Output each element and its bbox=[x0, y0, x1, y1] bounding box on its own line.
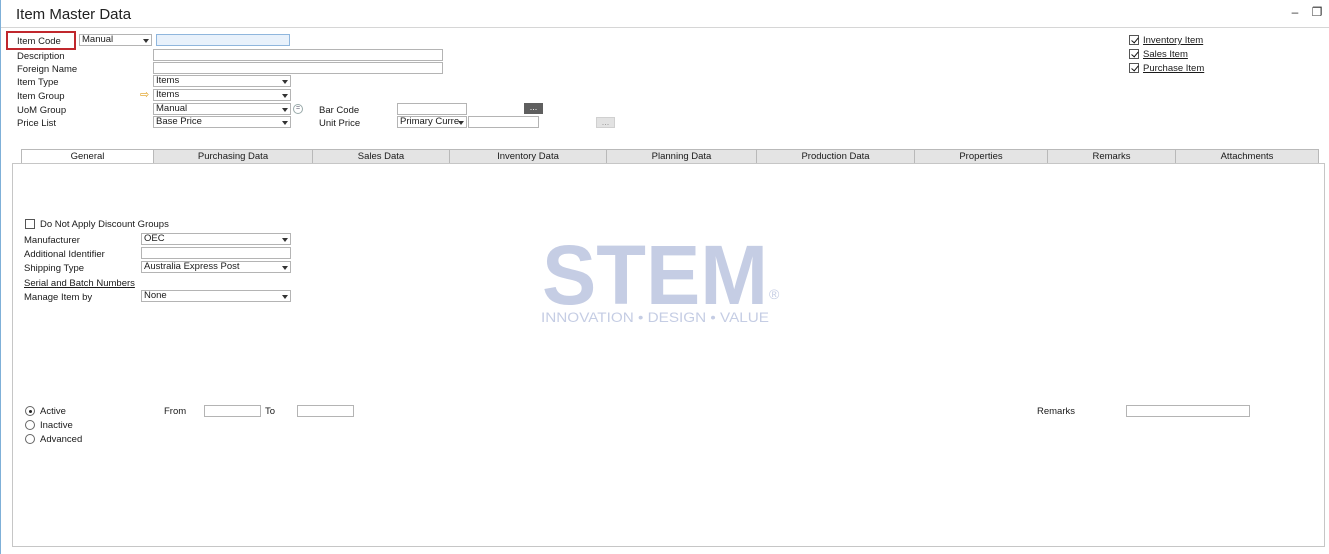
tab-purchasing-data[interactable]: Purchasing Data bbox=[153, 149, 313, 164]
tab-properties[interactable]: Properties bbox=[914, 149, 1048, 164]
uom-group-label: UoM Group bbox=[17, 105, 67, 116]
price-list-dropdown[interactable]: Base Price bbox=[153, 116, 291, 128]
minimize-button[interactable]: – bbox=[1287, 4, 1303, 20]
from-label: From bbox=[164, 406, 187, 417]
sales-item-checkbox[interactable] bbox=[1129, 49, 1139, 59]
bar-code-browse-button[interactable]: ... bbox=[524, 103, 543, 114]
numbering-series-dropdown[interactable]: Manual bbox=[79, 34, 152, 46]
tab-inventory-data[interactable]: Inventory Data bbox=[449, 149, 607, 164]
tab-planning-data[interactable]: Planning Data bbox=[606, 149, 757, 164]
from-date-input[interactable] bbox=[204, 405, 261, 417]
description-input[interactable] bbox=[153, 49, 443, 61]
additional-identifier-label: Additional Identifier bbox=[24, 249, 105, 260]
shipping-type-label: Shipping Type bbox=[24, 263, 85, 274]
item-type-dropdown[interactable]: Items bbox=[153, 75, 291, 87]
uom-group-dropdown[interactable]: Manual bbox=[153, 103, 291, 115]
window-title: Item Master Data bbox=[16, 6, 132, 23]
inactive-radio[interactable] bbox=[25, 420, 35, 430]
tab-remarks[interactable]: Remarks bbox=[1047, 149, 1176, 164]
advanced-label: Advanced bbox=[40, 434, 83, 445]
serial-batch-numbers-link[interactable]: Serial and Batch Numbers bbox=[24, 278, 135, 289]
inventory-item-checkbox[interactable] bbox=[1129, 35, 1139, 45]
item-type-label: Item Type bbox=[17, 77, 59, 88]
to-date-input[interactable] bbox=[297, 405, 354, 417]
manage-item-by-dropdown[interactable]: None bbox=[141, 290, 291, 302]
manufacturer-label: Manufacturer bbox=[24, 235, 80, 246]
description-label: Description bbox=[17, 51, 65, 62]
tab-general[interactable]: General bbox=[21, 149, 154, 164]
remarks-label: Remarks bbox=[1037, 406, 1076, 417]
bar-code-input[interactable] bbox=[397, 103, 467, 115]
foreign-name-input[interactable] bbox=[153, 62, 443, 74]
to-label: To bbox=[265, 406, 276, 417]
purchase-item-label: Purchase Item bbox=[1143, 63, 1205, 74]
price-list-label: Price List bbox=[17, 118, 57, 129]
tab-sales-data[interactable]: Sales Data bbox=[312, 149, 450, 164]
active-label: Active bbox=[40, 406, 66, 417]
item-master-data-window: Item Master Data – ❐ Item Code Manual De… bbox=[0, 0, 1329, 554]
foreign-name-label: Foreign Name bbox=[17, 64, 78, 75]
manufacturer-dropdown[interactable]: OEC bbox=[141, 233, 291, 245]
discount-groups-checkbox[interactable] bbox=[25, 219, 35, 229]
unit-price-label: Unit Price bbox=[319, 118, 361, 129]
item-group-dropdown[interactable]: Items bbox=[153, 89, 291, 101]
bar-code-label: Bar Code bbox=[319, 105, 360, 116]
sales-item-label: Sales Item bbox=[1143, 49, 1188, 60]
unit-price-browse-button[interactable]: ... bbox=[596, 117, 615, 128]
watermark-tagline: INNOVATION • DESIGN • VALUE bbox=[541, 310, 769, 325]
additional-identifier-input[interactable] bbox=[141, 247, 291, 259]
discount-groups-label: Do Not Apply Discount Groups bbox=[40, 219, 169, 230]
inventory-item-label: Inventory Item bbox=[1143, 35, 1204, 46]
title-bar: Item Master Data – ❐ bbox=[1, 0, 1329, 28]
unit-price-input[interactable] bbox=[468, 116, 539, 128]
tab-production-data[interactable]: Production Data bbox=[756, 149, 915, 164]
tab-strip: General Purchasing Data Sales Data Inven… bbox=[21, 149, 1319, 164]
advanced-radio[interactable] bbox=[25, 434, 35, 444]
general-tab-panel bbox=[12, 163, 1325, 547]
inactive-label: Inactive bbox=[40, 420, 73, 431]
purchase-item-checkbox[interactable] bbox=[1129, 63, 1139, 73]
stem-watermark-logo: STEM ® INNOVATION • DESIGN • VALUE bbox=[541, 236, 780, 325]
watermark-registered: ® bbox=[769, 286, 780, 302]
manage-item-by-label: Manage Item by bbox=[24, 292, 93, 303]
active-radio[interactable] bbox=[25, 406, 35, 416]
remarks-input[interactable] bbox=[1126, 405, 1250, 417]
shipping-type-dropdown[interactable]: Australia Express Post bbox=[141, 261, 291, 273]
item-code-label: Item Code bbox=[17, 36, 61, 47]
tab-attachments[interactable]: Attachments bbox=[1175, 149, 1319, 164]
item-group-label: Item Group bbox=[17, 91, 65, 102]
uom-info-icon[interactable]: = bbox=[293, 104, 303, 114]
link-arrow-icon[interactable]: ⇨ bbox=[140, 88, 149, 101]
restore-button[interactable]: ❐ bbox=[1309, 4, 1325, 20]
currency-dropdown[interactable]: Primary Curre bbox=[397, 116, 467, 128]
item-code-input[interactable] bbox=[156, 34, 290, 46]
